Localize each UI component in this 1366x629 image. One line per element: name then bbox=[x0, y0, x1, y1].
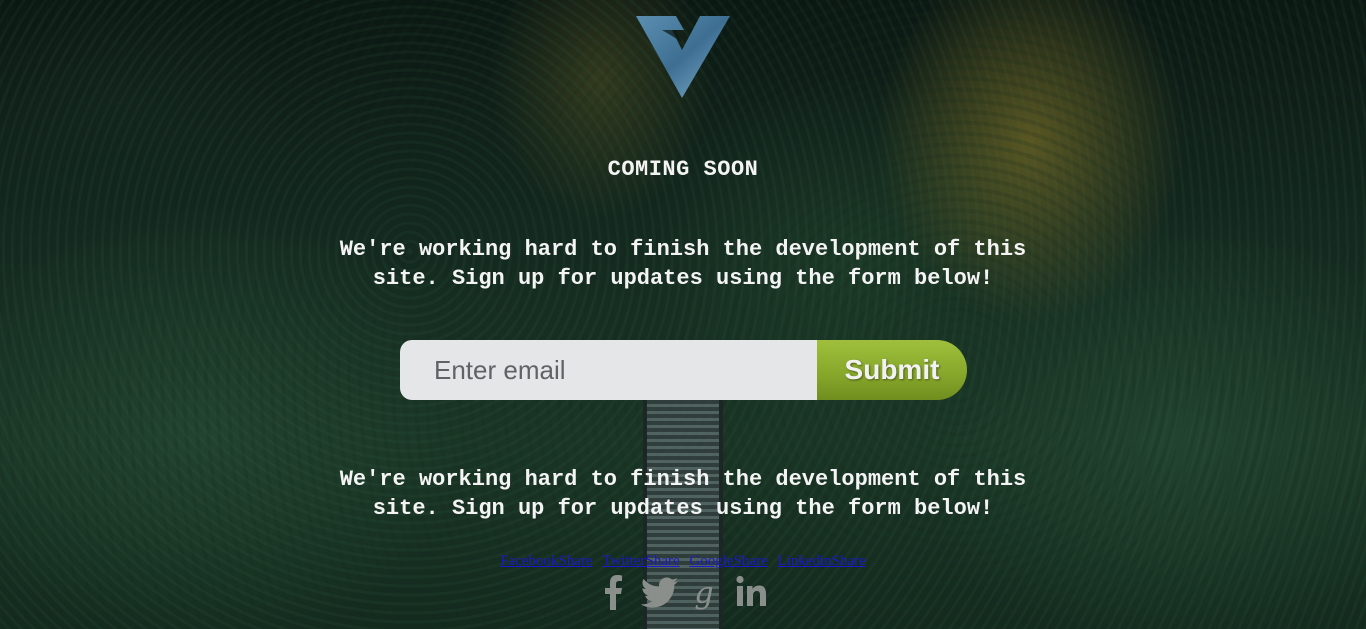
twitter-share-link[interactable]: TwitterShare bbox=[602, 553, 679, 569]
linkedin-icon[interactable] bbox=[732, 572, 772, 612]
v-logo bbox=[636, 16, 730, 98]
facebook-share-link[interactable]: FacebookShare bbox=[500, 553, 592, 569]
google-plus-icon[interactable]: g bbox=[684, 572, 724, 612]
share-links: FacebookShare TwitterShare GoogleShare L… bbox=[0, 553, 1366, 570]
page-title: COMING SOON bbox=[607, 157, 759, 182]
linkedin-share-link[interactable]: LinkedinShare bbox=[777, 553, 865, 569]
repeat-message: We're working hard to finish the develop… bbox=[339, 467, 1027, 521]
twitter-icon[interactable] bbox=[640, 572, 680, 612]
google-share-link[interactable]: GoogleShare bbox=[689, 553, 767, 569]
submit-button[interactable]: Submit bbox=[817, 340, 967, 400]
facebook-icon[interactable] bbox=[594, 572, 634, 612]
email-input[interactable] bbox=[400, 340, 817, 400]
social-icons: g bbox=[594, 572, 774, 612]
signup-form: Submit bbox=[400, 340, 967, 400]
intro-message: We're working hard to finish the develop… bbox=[339, 237, 1027, 291]
svg-text:g: g bbox=[694, 576, 713, 611]
